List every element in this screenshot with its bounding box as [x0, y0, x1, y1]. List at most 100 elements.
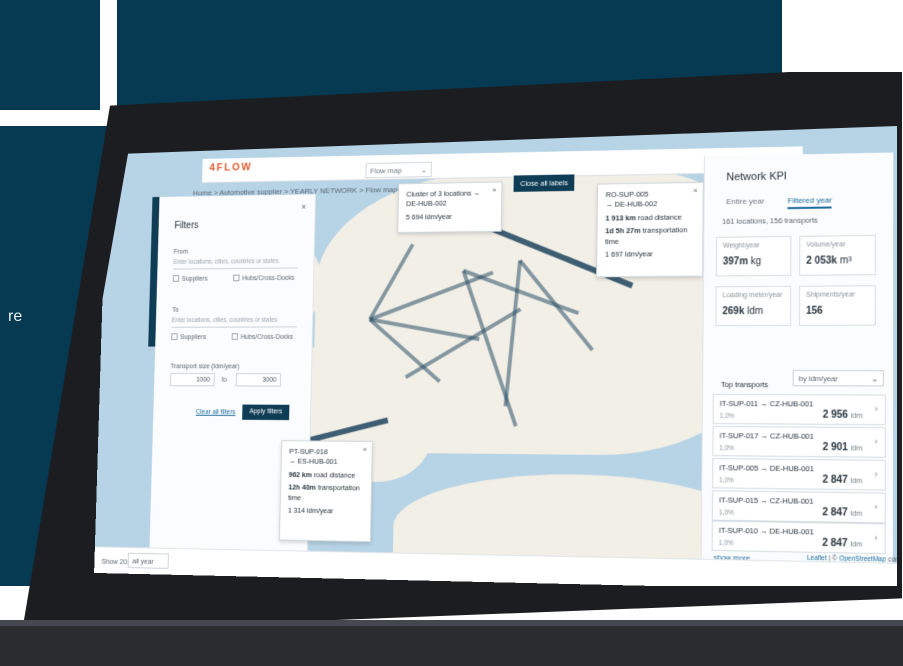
from-suppliers-checkbox[interactable]: Suppliers — [173, 275, 208, 283]
cluster-popup: × Cluster of 3 locations → DE-HUB-002 5 … — [397, 182, 502, 234]
view-select[interactable]: Flow map ⌄ — [365, 162, 431, 179]
chevron-right-icon: › — [874, 532, 877, 542]
transport-value: 2 847 — [822, 474, 847, 486]
route-distance-value: 962 km — [289, 470, 312, 479]
transport-lane: IT-SUP-011 → CZ-HUB-001 — [720, 399, 814, 409]
tab-filtered-year[interactable]: Filtered year — [788, 196, 833, 210]
kpi-weight-value: 397m — [723, 256, 748, 267]
transport-lane: IT-SUP-015 → CZ-HUB-001 — [719, 495, 814, 505]
to-label: To — [172, 307, 179, 314]
route-to: → DE-HUB-002 — [606, 199, 695, 210]
top-transports-label: Top transports — [721, 380, 768, 389]
transport-share: 1,0% — [719, 510, 734, 517]
route-popup-ro: × RO-SUP-005 → DE-HUB-002 1 913 km road … — [596, 182, 704, 278]
transport-share: 1,0% — [720, 413, 735, 420]
period-select[interactable]: all year — [128, 553, 169, 569]
route-to: → ES-HUB-001 — [289, 457, 364, 468]
route-volume: 1 314 ldm/year — [288, 505, 363, 516]
laptop-base — [0, 620, 903, 666]
transport-lane: IT-SUP-017 → CZ-HUB-001 — [719, 431, 813, 441]
close-icon[interactable]: × — [693, 186, 698, 197]
transport-row[interactable]: IT-SUP-010 → DE-HUB-001 1,0% 2 847 ldm › — [712, 521, 886, 555]
transport-unit: ldm — [851, 445, 863, 452]
route-volume: 1 697 ldm/year — [605, 249, 694, 260]
to-hubs-label: Hubs/Cross-Docks — [241, 334, 294, 341]
apply-filters-button[interactable]: Apply filters — [242, 405, 289, 421]
route-time-value: 1d 5h 27m — [605, 226, 640, 235]
checkbox-icon — [232, 333, 238, 340]
route-time-value: 12h 40m — [288, 483, 316, 492]
laptop: 4FLOW Home > Automotive supplier > YEARL… — [0, 0, 903, 666]
size-max-input[interactable]: 3000 — [236, 373, 281, 386]
laptop-base-edge — [0, 620, 903, 626]
from-hubs-label: Hubs/Cross-Docks — [242, 275, 295, 282]
kpi-summary: 161 locations, 156 transports — [722, 216, 818, 226]
sort-select-value: by ldm/year — [799, 374, 838, 383]
app-window: 4FLOW Home > Automotive supplier > YEARL… — [94, 126, 897, 586]
chevron-right-icon: › — [875, 404, 878, 414]
close-all-labels-button[interactable]: Close all labels — [514, 174, 575, 192]
transport-value: 2 956 — [823, 410, 848, 421]
kpi-weight-unit: kg — [751, 256, 762, 267]
chevron-right-icon: › — [874, 502, 877, 512]
transport-row[interactable]: IT-SUP-015 → CZ-HUB-001 1,0% 2 847 ldm › — [712, 490, 886, 523]
kpi-title: Network KPI — [726, 170, 787, 183]
to-hubs-checkbox[interactable]: Hubs/Cross-Docks — [232, 333, 294, 341]
kpi-volume-unit: m³ — [840, 255, 852, 266]
kpi-weight: Weight/year 397m kg — [716, 236, 792, 277]
chevron-right-icon: › — [874, 469, 877, 479]
cluster-metric: 5 694 ldm/year — [406, 212, 494, 223]
network-kpi-panel: Network KPI Entire year Filtered year 16… — [701, 152, 894, 579]
marketing-stage: re 4FLOW Home > Automotive supplier > YE… — [0, 0, 903, 666]
to-suppliers-label: Suppliers — [180, 334, 206, 341]
chevron-down-icon: ⌄ — [871, 374, 877, 383]
sort-select[interactable]: by ldm/year ⌄ — [793, 370, 884, 386]
filters-title: Filters — [174, 221, 198, 232]
to-suppliers-checkbox[interactable]: Suppliers — [171, 333, 206, 341]
transport-size-label: Transport size (ldm/year) — [170, 364, 239, 371]
transport-unit: ldm — [851, 478, 863, 485]
kpi-loading-label: Loading meter/year — [722, 292, 784, 299]
checkbox-icon — [233, 275, 239, 282]
transport-unit: ldm — [851, 413, 863, 420]
kpi-shipments-label: Shipments/year — [806, 291, 869, 298]
transport-share: 1,0% — [719, 540, 734, 547]
from-input[interactable]: Enter locations, cities, countries or st… — [173, 255, 298, 269]
transport-row[interactable]: IT-SUP-005 → DE-HUB-001 1,0% 2 847 ldm › — [712, 458, 886, 490]
transport-unit: ldm — [851, 511, 863, 518]
from-hubs-checkbox[interactable]: Hubs/Cross-Docks — [233, 274, 295, 282]
route-popup-pt: × PT-SUP-018 → ES-HUB-001 962 km road di… — [279, 440, 373, 542]
transport-unit: ldm — [850, 541, 862, 548]
transport-value: 2 901 — [823, 442, 848, 453]
route-distance-text: road distance — [638, 213, 682, 222]
checkbox-icon — [173, 275, 179, 282]
transport-share: 1,0% — [719, 477, 734, 484]
route-distance-value: 1 913 km — [605, 214, 636, 223]
transport-row[interactable]: IT-SUP-011 → CZ-HUB-001 1,0% 2 956 ldm › — [713, 394, 886, 425]
chevron-down-icon: ⌄ — [421, 166, 427, 175]
transport-value: 2 847 — [822, 507, 848, 519]
period-select-value: all year — [132, 557, 154, 566]
route-distance-text: road distance — [314, 471, 356, 480]
cluster-destination: DE-HUB-002 — [406, 198, 494, 209]
from-suppliers-label: Suppliers — [182, 276, 208, 283]
close-icon[interactable]: × — [301, 202, 306, 212]
transport-row[interactable]: IT-SUP-017 → CZ-HUB-001 1,0% 2 901 ldm › — [712, 426, 885, 458]
app-logo[interactable]: 4FLOW — [209, 162, 252, 174]
kpi-loading-value: 269k — [722, 306, 744, 317]
to-input[interactable]: Enter locations, cities, countries or st… — [172, 314, 297, 328]
from-label: From — [174, 249, 189, 256]
laptop-screen: 4FLOW Home > Automotive supplier > YEARL… — [52, 126, 897, 586]
view-select-value: Flow map — [370, 166, 402, 175]
close-icon[interactable]: × — [492, 185, 497, 195]
close-icon[interactable]: × — [363, 445, 368, 456]
kpi-shipments: Shipments/year 156 — [799, 285, 876, 326]
size-min-input[interactable]: 1000 — [170, 373, 215, 386]
kpi-volume: Volume/year 2 053k m³ — [799, 235, 876, 276]
tab-entire-year[interactable]: Entire year — [726, 197, 764, 206]
transport-value: 2 847 — [822, 538, 848, 550]
transport-lane: IT-SUP-010 → DE-HUB-001 — [719, 526, 814, 537]
checkbox-icon — [171, 333, 177, 340]
kpi-volume-value: 2 053k — [806, 255, 837, 266]
clear-filters-link[interactable]: Clear all filters — [196, 409, 236, 416]
